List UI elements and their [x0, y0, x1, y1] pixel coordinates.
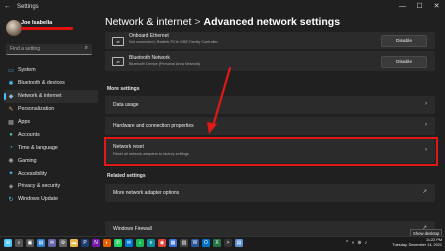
- widgets-icon[interactable]: ▤: [37, 239, 45, 247]
- globe-icon[interactable]: ⊕: [357, 240, 361, 246]
- photoshop-icon[interactable]: P: [81, 239, 89, 247]
- task-view-icon[interactable]: ▣: [26, 239, 34, 247]
- whatsapp-icon[interactable]: ✆: [114, 239, 122, 247]
- terminal-icon[interactable]: >: [224, 239, 232, 247]
- clock-date: Tuesday, December 14, 2021: [392, 243, 442, 247]
- calculator-icon[interactable]: ▥: [180, 239, 188, 247]
- store-icon[interactable]: ▦: [169, 239, 177, 247]
- start-icon[interactable]: ⊞: [4, 239, 12, 247]
- outlook-icon[interactable]: O: [202, 239, 210, 247]
- onenote-icon[interactable]: N: [92, 239, 100, 247]
- annotation-arrow: [207, 66, 232, 134]
- search-icon[interactable]: ⌕: [15, 239, 23, 247]
- settings-icon[interactable]: ⚙: [59, 239, 67, 247]
- network-icon[interactable]: ◖: [351, 240, 354, 246]
- excel-icon[interactable]: X: [213, 239, 221, 247]
- firefox-icon[interactable]: ◐: [103, 239, 111, 247]
- music-icon[interactable]: ♪: [136, 239, 144, 247]
- chat-icon[interactable]: ✉: [48, 239, 56, 247]
- taskbar: ⊞ ⌕ ▣ ▤ ✉ ⚙ ▬ P N ◐ ✆ ✉ ♪ e ◉ ▦ ▥ W O X > ▤ ^ ◖ ⊕ ♪ 11:22 PM Tue…: [0, 236, 445, 251]
- notepad-icon[interactable]: ▤: [235, 239, 243, 247]
- file-explorer-icon[interactable]: ▬: [70, 239, 78, 247]
- chrome-icon[interactable]: ◉: [158, 239, 166, 247]
- mail-icon[interactable]: ✉: [125, 239, 133, 247]
- taskbar-icons: ⊞ ⌕ ▣ ▤ ✉ ⚙ ▬ P N ◐ ✆ ✉ ♪ e ◉ ▦ ▥ W O X > ▤: [4, 239, 243, 247]
- edge-icon[interactable]: e: [147, 239, 155, 247]
- clock[interactable]: 11:22 PM Tuesday, December 14, 2021: [392, 238, 442, 248]
- word-icon[interactable]: W: [191, 239, 199, 247]
- system-tray[interactable]: ^ ◖ ⊕ ♪: [346, 240, 367, 246]
- volume-icon[interactable]: ♪: [365, 240, 368, 246]
- overflow-chevron-icon[interactable]: ^: [346, 240, 348, 246]
